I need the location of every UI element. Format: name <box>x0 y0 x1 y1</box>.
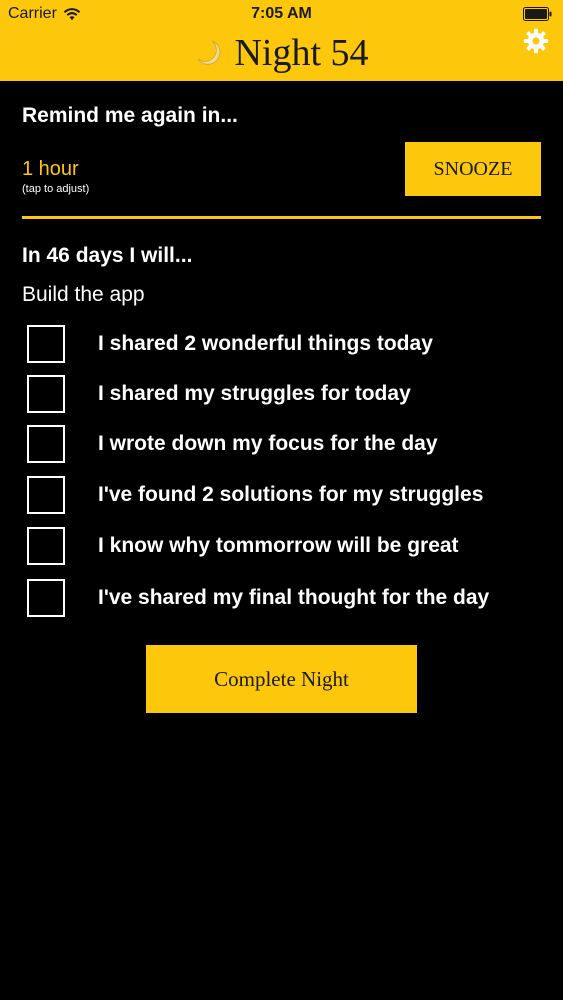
checkbox[interactable] <box>27 527 65 565</box>
complete-night-button[interactable]: Complete Night <box>146 645 417 713</box>
title-row: Night 54 <box>0 28 563 78</box>
checkbox[interactable] <box>27 425 65 463</box>
status-time: 7:05 AM <box>251 5 312 22</box>
goal-text: Build the app <box>22 283 145 306</box>
checklist-item-label: I shared my struggles for today <box>98 382 411 405</box>
checkbox[interactable] <box>27 476 65 514</box>
checklist-item-label: I shared 2 wonderful things today <box>98 332 433 355</box>
section-divider <box>22 216 541 219</box>
checkbox[interactable] <box>27 325 65 363</box>
snooze-duration-hint: (tap to adjust) <box>22 183 90 195</box>
status-bar: Carrier 7:05 AM <box>0 0 563 28</box>
checklist-item-label: I've shared my final thought for the day <box>98 586 490 609</box>
checklist-item[interactable]: I shared my struggles for today <box>27 373 547 415</box>
checklist-item[interactable]: I wrote down my focus for the day <box>27 423 547 465</box>
remind-heading: Remind me again in... <box>22 104 238 127</box>
checklist-item-label: I've found 2 solutions for my struggles <box>98 483 484 506</box>
checkbox[interactable] <box>27 579 65 617</box>
checklist-item[interactable]: I shared 2 wonderful things today <box>27 323 547 365</box>
checklist-item[interactable]: I know why tommorrow will be great <box>27 525 547 567</box>
gear-icon[interactable] <box>523 28 549 54</box>
checklist-item-label: I wrote down my focus for the day <box>98 432 438 455</box>
checkbox[interactable] <box>27 375 65 413</box>
snooze-button[interactable]: SNOOZE <box>405 142 541 196</box>
app-header: Carrier 7:05 AM Night 54 <box>0 0 563 81</box>
page-title: Night 54 <box>234 32 369 74</box>
goal-heading: In 46 days I will... <box>22 244 193 267</box>
checklist-item-label: I know why tommorrow will be great <box>98 534 459 557</box>
battery-icon <box>523 7 552 21</box>
moon-icon <box>198 40 221 65</box>
checklist-item[interactable]: I've found 2 solutions for my struggles <box>27 474 547 516</box>
snooze-duration-value[interactable]: 1 hour <box>22 158 79 181</box>
checklist-item[interactable]: I've shared my final thought for the day <box>27 577 547 619</box>
